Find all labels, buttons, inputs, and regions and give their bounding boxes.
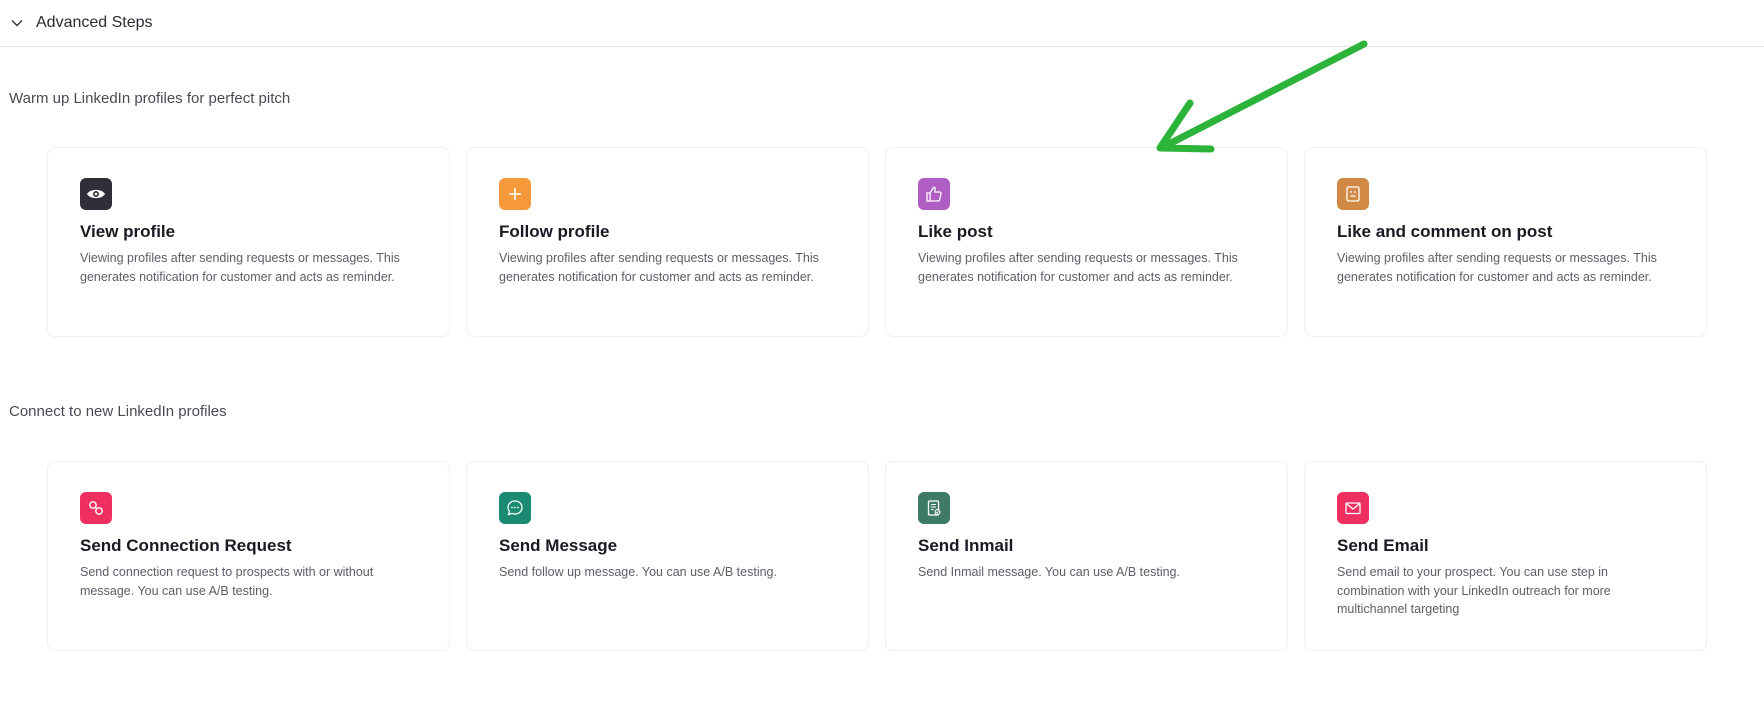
step-card-view-profile[interactable]: View profile Viewing profiles after send…	[47, 147, 450, 337]
envelope-icon	[1337, 492, 1369, 524]
step-card-send-inmail[interactable]: Send Inmail Send Inmail message. You can…	[885, 461, 1288, 651]
section-title-connect: Connect to new LinkedIn profiles	[9, 403, 227, 420]
card-title: View profile	[80, 222, 176, 241]
advanced-steps-toggle[interactable]: Advanced Steps	[0, 0, 1764, 47]
step-card-send-email[interactable]: Send Email Send email to your prospect. …	[1304, 461, 1707, 651]
card-description: Viewing profiles after sending requests …	[918, 251, 1238, 284]
chat-bubble-icon	[499, 492, 531, 524]
inmail-doc-icon	[918, 492, 950, 524]
card-title: Like post	[918, 222, 993, 241]
card-title: Send Email	[1337, 536, 1429, 555]
card-description: Send connection request to prospects wit…	[80, 565, 374, 598]
page: Advanced Steps Warm up LinkedIn profiles…	[0, 0, 1764, 702]
plus-icon	[499, 178, 531, 210]
card-title: Follow profile	[499, 222, 610, 241]
card-description: Send email to your prospect. You can use…	[1337, 565, 1611, 616]
card-title: Like and comment on post	[1337, 222, 1553, 241]
step-card-send-message[interactable]: Send Message Send follow up message. You…	[466, 461, 869, 651]
comment-box-icon	[1337, 178, 1369, 210]
card-description: Viewing profiles after sending requests …	[1337, 251, 1657, 284]
advanced-steps-label: Advanced Steps	[36, 14, 153, 31]
section-title-warmup: Warm up LinkedIn profiles for perfect pi…	[9, 90, 291, 107]
link-icon	[80, 492, 112, 524]
step-card-send-connection-request[interactable]: Send Connection Request Send connection …	[47, 461, 450, 651]
step-card-follow-profile[interactable]: Follow profile Viewing profiles after se…	[466, 147, 869, 337]
card-description: Send follow up message. You can use A/B …	[499, 565, 777, 579]
step-card-like-comment-post[interactable]: Like and comment on post Viewing profile…	[1304, 147, 1707, 337]
card-description: Viewing profiles after sending requests …	[80, 251, 400, 284]
card-description: Viewing profiles after sending requests …	[499, 251, 819, 284]
card-title: Send Inmail	[918, 536, 1014, 555]
chevron-down-icon	[10, 16, 24, 30]
card-description: Send Inmail message. You can use A/B tes…	[918, 565, 1180, 579]
card-title: Send Message	[499, 536, 618, 555]
eye-icon	[80, 178, 112, 210]
thumbs-up-icon	[918, 178, 950, 210]
step-card-like-post[interactable]: Like post Viewing profiles after sending…	[885, 147, 1288, 337]
card-title: Send Connection Request	[80, 536, 292, 555]
